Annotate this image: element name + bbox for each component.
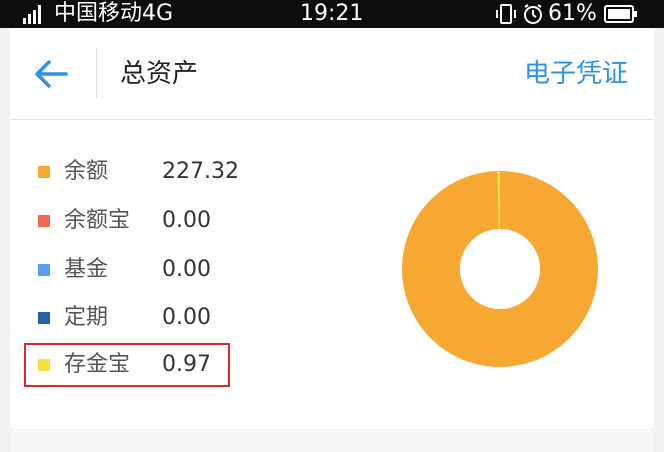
battery-icon [604, 5, 637, 23]
legend-name: 定期 [64, 305, 109, 330]
nav-divider [96, 48, 97, 98]
page-title: 总资产 [120, 59, 199, 89]
legend-dot [38, 215, 50, 227]
carrier-label: 中国移动4G [54, 1, 174, 26]
bottom-section [10, 428, 654, 452]
back-arrow-icon[interactable] [32, 56, 72, 92]
legend-dot [38, 264, 50, 276]
legend-dot [38, 166, 50, 178]
legend-name: 余额宝 [64, 208, 131, 233]
legend-item-yuebao[interactable]: 余额宝 0.00 [10, 201, 310, 241]
legend-item-balance[interactable]: 余额 227.32 [10, 152, 310, 192]
signal-icon [23, 5, 41, 24]
asset-donut-chart [402, 171, 598, 367]
donut-hole [460, 229, 540, 309]
asset-summary-card: 余额 227.32 余额宝 0.00 基金 0.00 定期 0.00 存金宝 0… [10, 120, 654, 428]
legend-value: 0.00 [162, 305, 211, 330]
alarm-icon [524, 4, 542, 24]
legend-value: 0.00 [162, 257, 211, 282]
legend-name: 基金 [64, 257, 109, 282]
highlight-annotation-box [24, 343, 230, 387]
nav-bar: 总资产 电子凭证 [10, 28, 654, 120]
legend-value: 227.32 [162, 159, 239, 184]
e-voucher-button[interactable]: 电子凭证 [524, 56, 628, 92]
vibrate-icon [496, 4, 516, 24]
legend-item-fund[interactable]: 基金 0.00 [10, 250, 310, 290]
legend-item-fixed-term[interactable]: 定期 0.00 [10, 298, 310, 338]
battery-percent: 61% [548, 1, 597, 26]
clock-time: 19:21 [300, 1, 364, 26]
status-bar: 中国移动4G 19:21 61% [0, 0, 664, 28]
legend-dot [38, 312, 50, 324]
legend-name: 余额 [64, 159, 109, 184]
legend-value: 0.00 [162, 208, 211, 233]
